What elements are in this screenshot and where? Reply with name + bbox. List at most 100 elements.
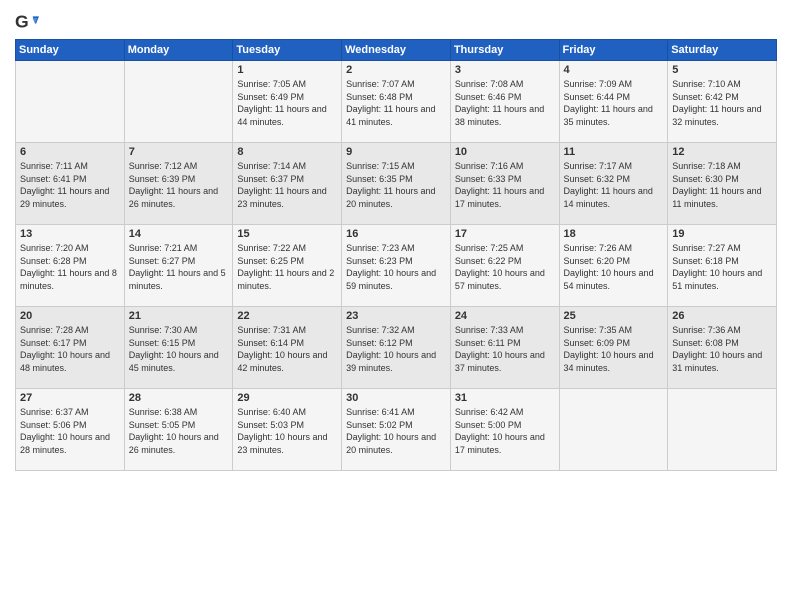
logo: G — [15, 10, 43, 34]
calendar-cell: 25Sunrise: 7:35 AM Sunset: 6:09 PM Dayli… — [559, 307, 668, 389]
day-number: 21 — [129, 310, 229, 322]
header-day-sunday: Sunday — [16, 40, 125, 61]
day-info: Sunrise: 7:26 AM Sunset: 6:20 PM Dayligh… — [564, 242, 664, 292]
week-row-0: 1 Sunrise: 7:05 AM Sunset: 6:49 PM Daylig… — [16, 61, 777, 143]
calendar-cell — [559, 389, 668, 471]
calendar-cell: 26 Sunrise: 7:36 AM Sunset: 6:08 PM Dayli… — [668, 307, 777, 389]
day-number: 15 — [237, 228, 337, 240]
day-info: Sunrise: 7:25 AM Sunset: 6:22 PM Dayligh… — [455, 242, 555, 292]
day-number: 1 — [237, 64, 337, 76]
calendar-cell — [16, 61, 125, 143]
day-number: 8 — [237, 146, 337, 158]
day-number: 7 — [129, 146, 229, 158]
day-info: Sunrise: 7:21 AM Sunset: 6:27 PM Dayligh… — [129, 242, 229, 292]
calendar-cell: 1 Sunrise: 7:05 AM Sunset: 6:49 PM Daylig… — [233, 61, 342, 143]
day-number: 26 — [672, 310, 772, 322]
day-number: 31 — [455, 392, 555, 404]
day-info: Sunrise: 7:31 AM Sunset: 6:14 PM Dayligh… — [237, 324, 337, 374]
day-number: 13 — [20, 228, 120, 240]
calendar-cell: 7 Sunrise: 7:12 AM Sunset: 6:39 PM Daylig… — [124, 143, 233, 225]
calendar-cell: 13 Sunrise: 7:20 AM Sunset: 6:28 PM Dayli… — [16, 225, 125, 307]
day-info: Sunrise: 7:09 AM Sunset: 6:44 PM Dayligh… — [564, 78, 664, 128]
calendar-cell — [668, 389, 777, 471]
calendar-cell: 22 Sunrise: 7:31 AM Sunset: 6:14 PM Dayli… — [233, 307, 342, 389]
day-info: Sunrise: 7:12 AM Sunset: 6:39 PM Dayligh… — [129, 160, 229, 210]
day-info: Sunrise: 7:27 AM Sunset: 6:18 PM Dayligh… — [672, 242, 772, 292]
day-info: Sunrise: 7:08 AM Sunset: 6:46 PM Dayligh… — [455, 78, 555, 128]
calendar-cell: 31 Sunrise: 6:42 AM Sunset: 5:00 PM Dayli… — [450, 389, 559, 471]
calendar-cell: 20Sunrise: 7:28 AM Sunset: 6:17 PM Dayli… — [16, 307, 125, 389]
day-number: 29 — [237, 392, 337, 404]
calendar-cell: 15 Sunrise: 7:22 AM Sunset: 6:25 PM Dayli… — [233, 225, 342, 307]
day-number: 16 — [346, 228, 446, 240]
calendar-cell: 6 Sunrise: 7:11 AM Sunset: 6:41 PM Daylig… — [16, 143, 125, 225]
calendar-header-row: SundayMondayTuesdayWednesdayThursdayFrid… — [16, 40, 777, 61]
day-info: Sunrise: 7:32 AM Sunset: 6:12 PM Dayligh… — [346, 324, 446, 374]
day-number: 18 — [564, 228, 664, 240]
day-info: Sunrise: 7:28 AM Sunset: 6:17 PM Dayligh… — [20, 324, 120, 374]
calendar-cell: 29 Sunrise: 6:40 AM Sunset: 5:03 PM Dayli… — [233, 389, 342, 471]
week-row-4: 27 Sunrise: 6:37 AM Sunset: 5:06 PM Dayli… — [16, 389, 777, 471]
calendar-cell: 19 Sunrise: 7:27 AM Sunset: 6:18 PM Dayli… — [668, 225, 777, 307]
svg-text:G: G — [15, 12, 29, 32]
day-info: Sunrise: 6:38 AM Sunset: 5:05 PM Dayligh… — [129, 406, 229, 456]
day-number: 6 — [20, 146, 120, 158]
day-info: Sunrise: 6:40 AM Sunset: 5:03 PM Dayligh… — [237, 406, 337, 456]
calendar-cell: 5 Sunrise: 7:10 AM Sunset: 6:42 PM Daylig… — [668, 61, 777, 143]
day-number: 11 — [564, 146, 664, 158]
day-number: 12 — [672, 146, 772, 158]
calendar-cell: 27 Sunrise: 6:37 AM Sunset: 5:06 PM Dayli… — [16, 389, 125, 471]
day-info: Sunrise: 7:30 AM Sunset: 6:15 PM Dayligh… — [129, 324, 229, 374]
header-day-friday: Friday — [559, 40, 668, 61]
calendar-cell: 9 Sunrise: 7:15 AM Sunset: 6:35 PM Daylig… — [342, 143, 451, 225]
day-number: 27 — [20, 392, 120, 404]
calendar-cell: 8 Sunrise: 7:14 AM Sunset: 6:37 PM Daylig… — [233, 143, 342, 225]
day-info: Sunrise: 7:20 AM Sunset: 6:28 PM Dayligh… — [20, 242, 120, 292]
day-number: 19 — [672, 228, 772, 240]
header-day-thursday: Thursday — [450, 40, 559, 61]
header: G — [15, 10, 777, 34]
calendar-cell: 17 Sunrise: 7:25 AM Sunset: 6:22 PM Dayli… — [450, 225, 559, 307]
day-info: Sunrise: 7:33 AM Sunset: 6:11 PM Dayligh… — [455, 324, 555, 374]
calendar-table: SundayMondayTuesdayWednesdayThursdayFrid… — [15, 39, 777, 471]
week-row-1: 6 Sunrise: 7:11 AM Sunset: 6:41 PM Daylig… — [16, 143, 777, 225]
calendar-cell: 11 Sunrise: 7:17 AM Sunset: 6:32 PM Dayli… — [559, 143, 668, 225]
day-info: Sunrise: 7:36 AM Sunset: 6:08 PM Dayligh… — [672, 324, 772, 374]
day-info: Sunrise: 7:17 AM Sunset: 6:32 PM Dayligh… — [564, 160, 664, 210]
calendar-cell: 18 Sunrise: 7:26 AM Sunset: 6:20 PM Dayli… — [559, 225, 668, 307]
day-info: Sunrise: 7:15 AM Sunset: 6:35 PM Dayligh… — [346, 160, 446, 210]
calendar-cell: 4 Sunrise: 7:09 AM Sunset: 6:44 PM Daylig… — [559, 61, 668, 143]
day-info: Sunrise: 7:14 AM Sunset: 6:37 PM Dayligh… — [237, 160, 337, 210]
day-number: 23 — [346, 310, 446, 322]
day-number: 25 — [564, 310, 664, 322]
day-info: Sunrise: 7:05 AM Sunset: 6:49 PM Dayligh… — [237, 78, 337, 128]
day-number: 9 — [346, 146, 446, 158]
day-info: Sunrise: 7:16 AM Sunset: 6:33 PM Dayligh… — [455, 160, 555, 210]
day-info: Sunrise: 7:07 AM Sunset: 6:48 PM Dayligh… — [346, 78, 446, 128]
header-day-tuesday: Tuesday — [233, 40, 342, 61]
day-number: 17 — [455, 228, 555, 240]
day-info: Sunrise: 6:41 AM Sunset: 5:02 PM Dayligh… — [346, 406, 446, 456]
calendar-cell: 24Sunrise: 7:33 AM Sunset: 6:11 PM Dayli… — [450, 307, 559, 389]
calendar-cell: 30Sunrise: 6:41 AM Sunset: 5:02 PM Dayli… — [342, 389, 451, 471]
day-info: Sunrise: 6:42 AM Sunset: 5:00 PM Dayligh… — [455, 406, 555, 456]
day-number: 4 — [564, 64, 664, 76]
day-number: 22 — [237, 310, 337, 322]
header-day-monday: Monday — [124, 40, 233, 61]
calendar-cell: 10 Sunrise: 7:16 AM Sunset: 6:33 PM Dayli… — [450, 143, 559, 225]
day-info: Sunrise: 7:11 AM Sunset: 6:41 PM Dayligh… — [20, 160, 120, 210]
calendar-cell: 28Sunrise: 6:38 AM Sunset: 5:05 PM Dayli… — [124, 389, 233, 471]
calendar-cell: 2Sunrise: 7:07 AM Sunset: 6:48 PM Daylig… — [342, 61, 451, 143]
week-row-3: 20Sunrise: 7:28 AM Sunset: 6:17 PM Dayli… — [16, 307, 777, 389]
header-day-saturday: Saturday — [668, 40, 777, 61]
day-info: Sunrise: 7:10 AM Sunset: 6:42 PM Dayligh… — [672, 78, 772, 128]
calendar-cell: 16Sunrise: 7:23 AM Sunset: 6:23 PM Dayli… — [342, 225, 451, 307]
calendar-cell: 23 Sunrise: 7:32 AM Sunset: 6:12 PM Dayli… — [342, 307, 451, 389]
calendar-cell: 21 Sunrise: 7:30 AM Sunset: 6:15 PM Dayli… — [124, 307, 233, 389]
calendar-cell: 12Sunrise: 7:18 AM Sunset: 6:30 PM Dayli… — [668, 143, 777, 225]
day-number: 5 — [672, 64, 772, 76]
day-info: Sunrise: 6:37 AM Sunset: 5:06 PM Dayligh… — [20, 406, 120, 456]
day-number: 10 — [455, 146, 555, 158]
logo-icon: G — [15, 10, 39, 34]
day-info: Sunrise: 7:22 AM Sunset: 6:25 PM Dayligh… — [237, 242, 337, 292]
